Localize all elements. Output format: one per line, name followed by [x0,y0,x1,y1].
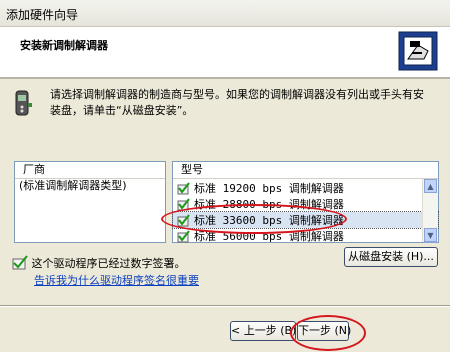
annotation-ellipse [161,204,347,234]
hardware-wizard-icon [398,31,438,71]
scroll-up-icon[interactable]: ▲ [424,179,437,193]
signed-driver-text: 这个驱动程序已经过数字签署。 [31,257,186,270]
scroll-down-icon[interactable]: ▼ [424,228,437,242]
signed-driver-row: 这个驱动程序已经过数字签署。 [12,255,186,271]
model-scrollbar[interactable]: ▲ ▼ [422,179,438,243]
signed-driver-icon [177,229,190,243]
model-item-19200[interactable]: 标准 19200 bps 调制解调器 [173,180,438,196]
modem-phone-icon [15,90,32,116]
have-disk-button[interactable]: 从磁盘安装 (H)... [344,247,438,267]
page-title: 安装新调制解调器 [20,39,108,52]
title-bar: 添加硬件向导 [0,0,450,27]
annotation-ellipse [290,315,366,351]
window-title: 添加硬件向导 [6,8,79,22]
model-header: 型号 [173,162,438,179]
manufacturer-header: 厂商 [15,162,165,179]
back-button[interactable]: < 上一步 (B) [230,321,296,341]
manufacturer-list[interactable]: 厂商 (标准调制解调器类型) [14,161,166,243]
instruction-text: 请选择调制解调器的制造商与型号。如果您的调制解调器没有列出或手头有安装盘，请单击… [50,88,424,117]
separator [0,305,450,307]
wizard-header: 安装新调制解调器 [0,27,450,79]
signed-driver-icon [177,181,190,195]
driver-signing-link[interactable]: 告诉我为什么驱动程序签名很重要 [34,272,199,288]
signed-driver-icon [12,255,28,270]
wizard-body: 请选择调制解调器的制造商与型号。如果您的调制解调器没有列出或手头有安装盘，请单击… [0,79,450,352]
manufacturer-item[interactable]: (标准调制解调器类型) [15,179,165,193]
